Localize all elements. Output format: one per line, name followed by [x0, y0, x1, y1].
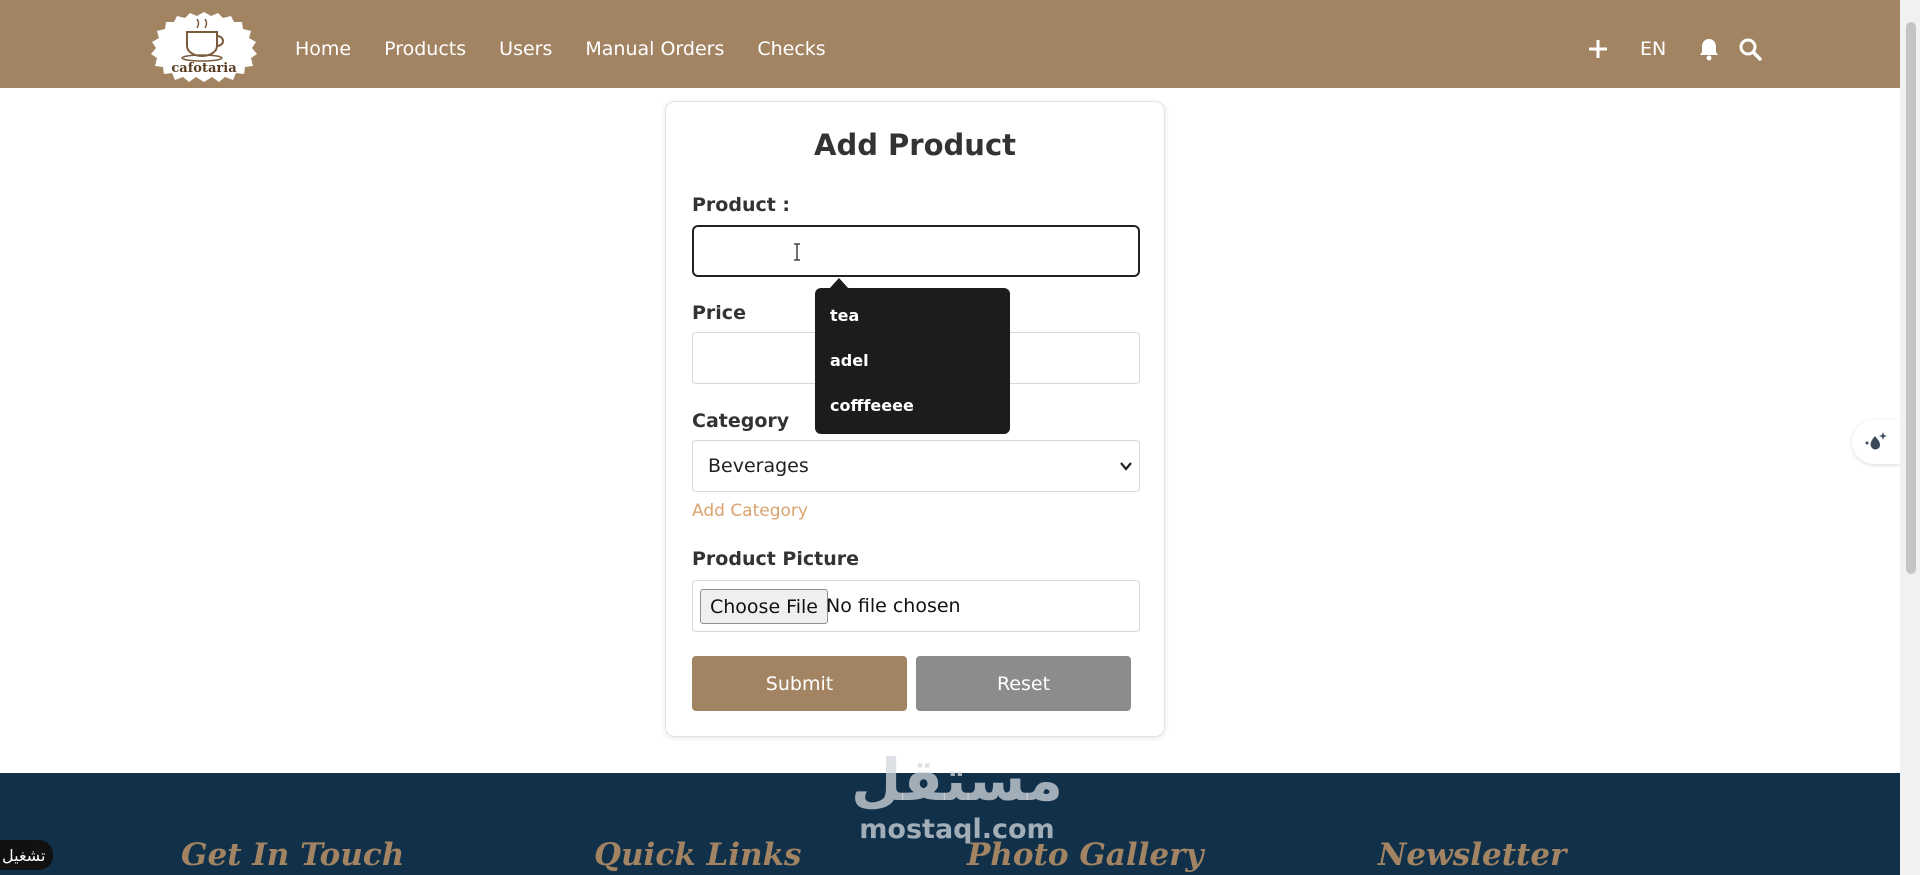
watermark-url: mostaql.com [859, 814, 1055, 845]
footer-heading-quick-links: Quick Links [594, 837, 802, 873]
bell-icon[interactable] [1696, 0, 1722, 98]
plus-icon[interactable] [1583, 0, 1613, 98]
side-assistant-button[interactable] [1852, 420, 1900, 464]
main-nav: Home Products Users Manual Orders Checks [295, 0, 859, 98]
nav-users[interactable]: Users [499, 38, 552, 60]
top-navbar: cafotaria Home Products Users Manual Ord… [0, 0, 1900, 88]
search-icon[interactable] [1735, 0, 1765, 98]
footer-heading-newsletter: Newsletter [1378, 837, 1567, 873]
cafotaria-logo[interactable]: cafotaria [143, 10, 265, 84]
suggestion-item-cofffeeee[interactable]: cofffeeee [830, 396, 914, 415]
suggestion-item-adel[interactable]: adel [830, 351, 869, 370]
corner-play-badge[interactable]: تشغيل [0, 840, 54, 870]
nav-home[interactable]: Home [295, 38, 351, 60]
submit-button[interactable]: Submit [692, 656, 907, 711]
chevron-down-icon [1120, 462, 1132, 471]
reset-button[interactable]: Reset [916, 656, 1131, 711]
add-category-link[interactable]: Add Category [692, 501, 808, 521]
file-status-text: No file chosen [826, 595, 961, 617]
nav-checks[interactable]: Checks [757, 38, 825, 60]
autocomplete-dropdown: tea adel cofffeeee [815, 278, 1010, 434]
footer-heading-get-in-touch: Get In Touch [181, 837, 405, 873]
watermark-arabic: مستقل [850, 746, 1064, 814]
suggestion-item-tea[interactable]: tea [830, 306, 859, 325]
product-label: Product : [692, 194, 791, 216]
product-picture-input[interactable]: Choose File No file chosen [692, 580, 1140, 632]
choose-file-button[interactable]: Choose File [700, 589, 828, 624]
category-selected-value: Beverages [708, 455, 809, 477]
page-title: Add Product [814, 128, 1016, 162]
sparkle-icon [1865, 432, 1887, 450]
language-switch[interactable]: EN [1640, 0, 1666, 98]
product-input[interactable] [692, 225, 1140, 277]
text-cursor-icon [794, 243, 800, 261]
scrollbar-thumb[interactable] [1906, 22, 1916, 574]
nav-products[interactable]: Products [384, 38, 466, 60]
product-picture-label: Product Picture [692, 548, 860, 570]
dropdown-arrow [829, 278, 849, 289]
category-select[interactable]: Beverages [692, 440, 1140, 492]
category-label: Category [692, 410, 790, 432]
nav-manual-orders[interactable]: Manual Orders [585, 38, 724, 60]
logo-text: cafotaria [171, 61, 237, 76]
price-label: Price [692, 302, 746, 324]
mostaql-watermark: مستقل mostaql.com [842, 745, 1072, 845]
